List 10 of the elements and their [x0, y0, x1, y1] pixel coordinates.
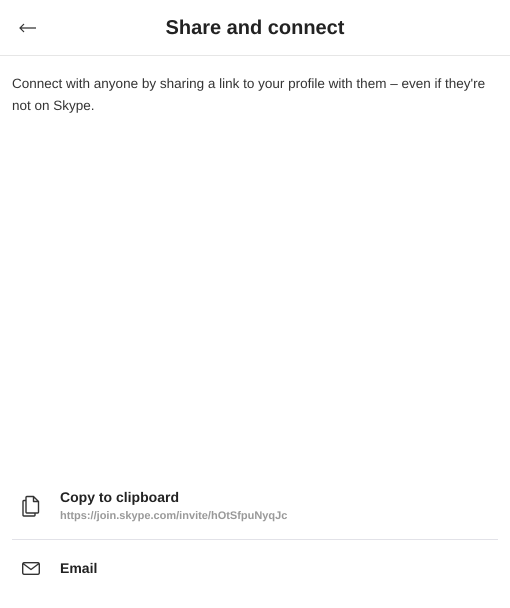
email-option[interactable]: Email	[12, 540, 498, 596]
back-arrow-icon	[19, 22, 37, 32]
envelope-icon	[22, 562, 40, 574]
page-title: Share and connect	[166, 16, 344, 40]
invite-link: https://join.skype.com/invite/hOtSfpuNyqJc	[60, 509, 288, 524]
copy-icon	[21, 495, 41, 517]
copy-link-option[interactable]: Copy to clipboard https://join.skype.com/invite/hOtSfpuNyqJc	[12, 473, 498, 539]
option-label: Copy to clipboard	[60, 488, 180, 508]
option-label: Email	[60, 558, 98, 578]
description-text: Connect with anyone by sharing a link to your profile with them – even if they're not on Skype.	[11, 75, 486, 115]
